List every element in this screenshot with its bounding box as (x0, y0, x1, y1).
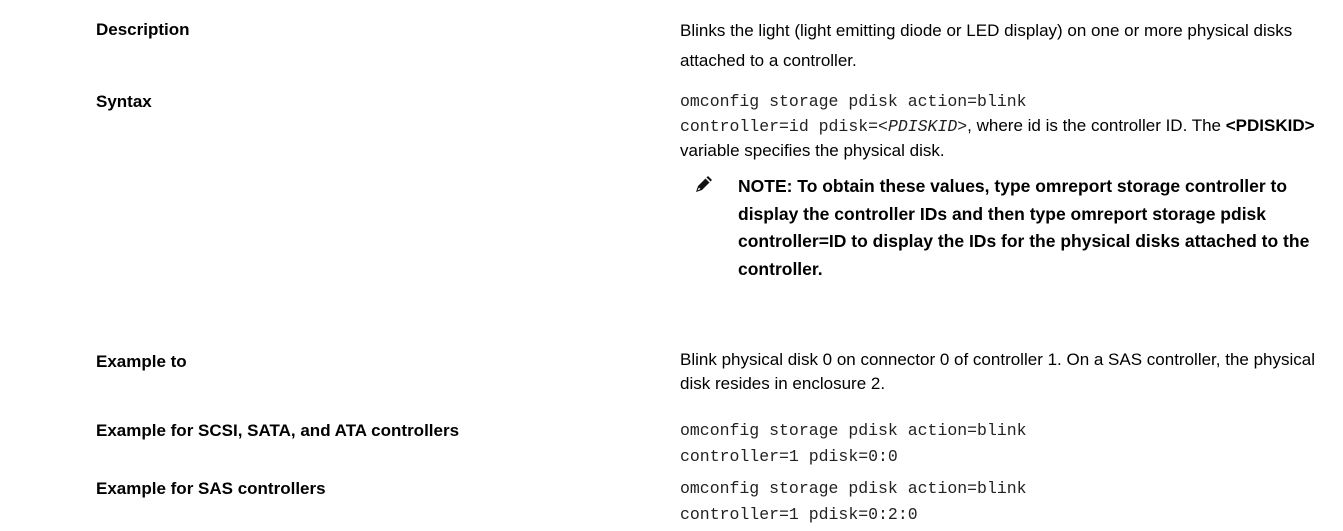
value-example-to: Blink physical disk 0 on connector 0 of … (680, 350, 1315, 393)
label-example-to: Example to (96, 352, 187, 371)
syntax-bold-var: <PDISKID> (1225, 116, 1315, 135)
value-example-scsi: omconfig storage pdisk action=blink cont… (680, 417, 1330, 469)
label-syntax: Syntax (96, 92, 152, 111)
label-example-scsi: Example for SCSI, SATA, and ATA controll… (96, 421, 460, 440)
note-text: NOTE: To obtain these values, type omrep… (738, 176, 1310, 279)
sas-code-line1: omconfig storage pdisk action=blink (680, 479, 1027, 498)
syntax-text2: variable specifies the physical disk. (680, 141, 945, 160)
value-example-sas: omconfig storage pdisk action=blink cont… (680, 475, 1330, 527)
syntax-code-line2-prefix: controller=id pdisk=< (680, 117, 888, 136)
value-description: Blinks the light (light emitting diode o… (680, 21, 1293, 70)
syntax-code-var: PDISKID (887, 117, 958, 136)
label-description: Description (96, 20, 190, 39)
sas-code-line2: controller=1 pdisk=0:2:0 (680, 505, 918, 524)
pencil-note-icon (693, 173, 715, 195)
value-syntax: omconfig storage pdisk action=blink cont… (680, 88, 1330, 163)
syntax-text1: , where id is the controller ID. The (967, 116, 1226, 135)
scsi-code-line1: omconfig storage pdisk action=blink (680, 421, 1027, 440)
scsi-code-line2: controller=1 pdisk=0:0 (680, 447, 898, 466)
label-example-sas: Example for SAS controllers (96, 479, 326, 498)
syntax-code-line1: omconfig storage pdisk action=blink (680, 92, 1027, 111)
syntax-code-line2-suffix: > (957, 117, 968, 136)
